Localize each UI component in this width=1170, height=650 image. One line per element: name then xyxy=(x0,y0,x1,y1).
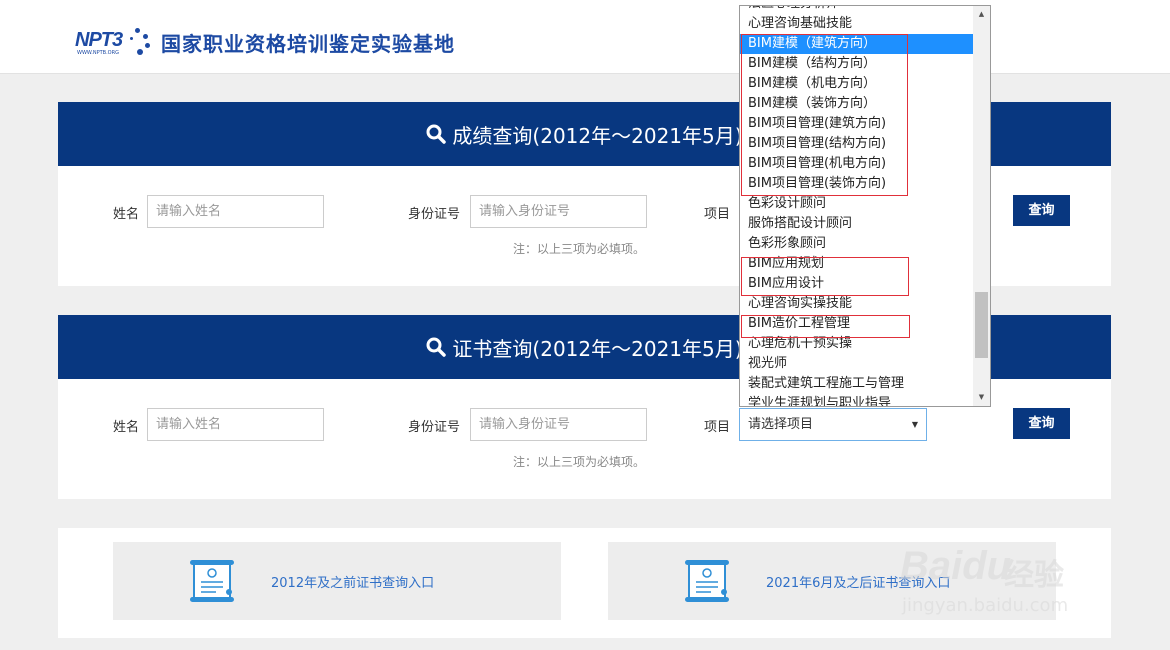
dropdown-option[interactable]: BIM造价工程管理 xyxy=(740,314,974,334)
id-number-label: 身份证号 xyxy=(408,420,461,435)
watermark-url: jingyan.baidu.com xyxy=(902,595,1069,616)
id-number-label: 身份证号 xyxy=(408,207,461,222)
project-label: 项目 xyxy=(704,207,731,222)
entry-link-before-2012[interactable]: 2012年及之前证书查询入口 xyxy=(271,572,434,591)
search-icon xyxy=(426,124,447,144)
certificate-icon xyxy=(190,560,234,602)
dropdown-option[interactable]: BIM建模（结构方向） xyxy=(740,54,974,74)
required-note: 注：以上三项为必填项。 xyxy=(513,455,646,469)
name-label: 姓名 xyxy=(113,420,140,435)
id-number-input[interactable]: 请输入身份证号 xyxy=(470,408,647,441)
dropdown-option[interactable]: 法医心理分析师 xyxy=(740,6,974,14)
project-select-value: 请选择项目 xyxy=(748,417,814,432)
scroll-up-arrow-icon[interactable]: ▲ xyxy=(973,6,990,23)
certificate-icon xyxy=(685,560,729,602)
search-icon xyxy=(426,337,447,357)
dropdown-option[interactable]: BIM项目管理(机电方向) xyxy=(740,154,974,174)
dropdown-option[interactable]: 色彩形象顾问 xyxy=(740,234,974,254)
score-query-button[interactable]: 查询 xyxy=(1013,195,1070,226)
dropdown-option[interactable]: BIM项目管理(建筑方向) xyxy=(740,114,974,134)
name-input[interactable]: 请输入姓名 xyxy=(147,195,324,228)
logo-mark: NPT3 WWW.NPTB.ORG xyxy=(75,24,155,60)
entry-card-before-2012[interactable]: 2012年及之前证书查询入口 xyxy=(113,542,561,620)
watermark-product: 经验 xyxy=(1004,558,1064,593)
dropdown-option[interactable]: BIM应用设计 xyxy=(740,274,974,294)
dropdown-option[interactable]: 心理咨询基础技能 xyxy=(740,14,974,34)
dropdown-option[interactable]: BIM应用规划 xyxy=(740,254,974,274)
name-label: 姓名 xyxy=(113,207,140,222)
caret-down-icon: ▼ xyxy=(911,420,918,429)
dropdown-option[interactable]: BIM建模（机电方向） xyxy=(740,74,974,94)
dropdown-option[interactable]: 心理咨询实操技能 xyxy=(740,294,974,314)
site-logo[interactable]: NPT3 WWW.NPTB.ORG 国家职业资格培训鉴定实验基地 xyxy=(75,24,455,60)
required-note: 注：以上三项为必填项。 xyxy=(513,242,646,256)
dropdown-option[interactable]: BIM项目管理(装饰方向) xyxy=(740,174,974,194)
watermark-brand: Baidu xyxy=(900,544,1012,588)
dropdown-option[interactable]: 装配式建筑工程施工与管理 xyxy=(740,374,974,394)
dropdown-scrollbar[interactable]: ▲ ▼ xyxy=(973,6,990,406)
id-number-input[interactable]: 请输入身份证号 xyxy=(470,195,647,228)
top-header: NPT3 WWW.NPTB.ORG 国家职业资格培训鉴定实验基地 xyxy=(0,0,1170,74)
baidu-watermark: Baidu 经验 jingyan.baidu.com xyxy=(896,520,1156,630)
logo-url: WWW.NPTB.ORG xyxy=(77,50,119,56)
dropdown-option[interactable]: 视光师 xyxy=(740,354,974,374)
scroll-down-arrow-icon[interactable]: ▼ xyxy=(973,389,990,406)
logo-abbr: NPT3 xyxy=(75,29,123,51)
dropdown-option[interactable]: 学业生涯规划与职业指导 xyxy=(740,394,974,406)
dropdown-option[interactable]: BIM项目管理(结构方向) xyxy=(740,134,974,154)
dropdown-option[interactable]: 色彩设计顾问 xyxy=(740,194,974,214)
score-panel-title: 成绩查询(2012年～2021年5月) xyxy=(452,123,743,148)
site-title: 国家职业资格培训鉴定实验基地 xyxy=(161,31,455,56)
dropdown-option[interactable]: 服饰搭配设计顾问 xyxy=(740,214,974,234)
dropdown-option[interactable]: BIM建模（装饰方向） xyxy=(740,94,974,114)
dropdown-option[interactable]: BIM建模（建筑方向） xyxy=(740,34,974,54)
name-input[interactable]: 请输入姓名 xyxy=(147,408,324,441)
project-label: 项目 xyxy=(704,420,731,435)
project-select[interactable]: 请选择项目 ▼ xyxy=(739,408,927,441)
scroll-thumb[interactable] xyxy=(975,292,988,358)
dropdown-option[interactable]: 心理危机干预实操 xyxy=(740,334,974,354)
cert-query-button[interactable]: 查询 xyxy=(1013,408,1070,439)
project-dropdown-list[interactable]: 法医心理分析师心理咨询基础技能BIM建模（建筑方向）BIM建模（结构方向）BIM… xyxy=(739,5,991,407)
dropdown-options: 法医心理分析师心理咨询基础技能BIM建模（建筑方向）BIM建模（结构方向）BIM… xyxy=(740,6,974,406)
cert-panel-title: 证书查询(2012年～2021年5月) xyxy=(452,336,743,361)
